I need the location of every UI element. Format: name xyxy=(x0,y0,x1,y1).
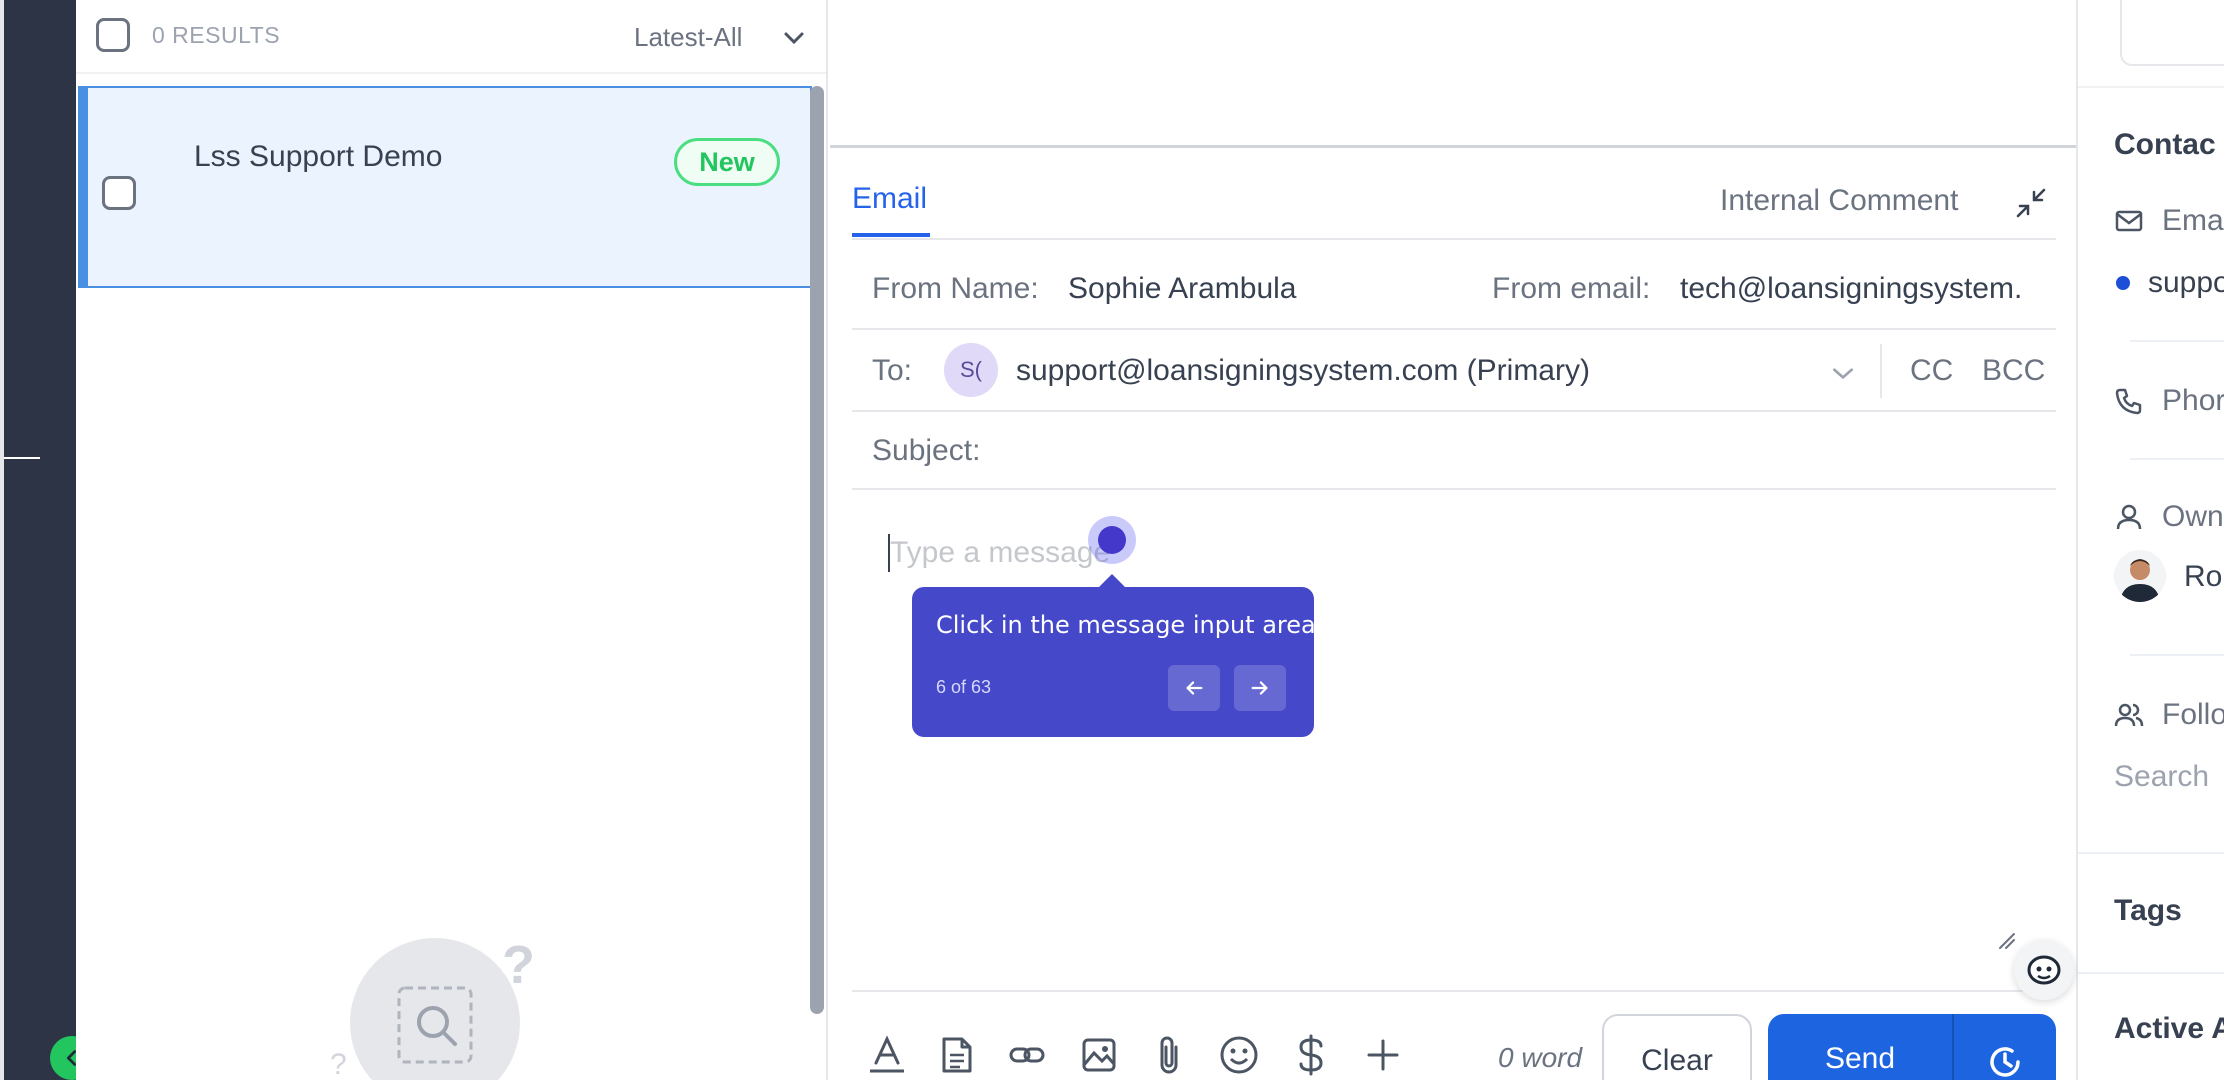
dollar-icon[interactable] xyxy=(1290,1034,1332,1076)
from-email-label: From email: xyxy=(1492,272,1651,305)
guide-hotspot[interactable] xyxy=(1088,516,1136,564)
word-count: 0 word xyxy=(1498,1042,1583,1073)
chat-bot-icon xyxy=(2027,955,2061,985)
user-icon xyxy=(2114,502,2144,537)
subject-label: Subject: xyxy=(872,434,981,467)
divider xyxy=(2130,340,2224,342)
list-divider xyxy=(76,72,826,74)
phone-label: Phor xyxy=(2162,384,2224,417)
attachment-icon[interactable] xyxy=(1148,1034,1190,1076)
bcc-button[interactable]: BCC xyxy=(1982,354,2045,388)
select-all-checkbox[interactable] xyxy=(96,18,130,52)
text-format-icon[interactable] xyxy=(866,1034,908,1076)
tab-internal-comment[interactable]: Internal Comment xyxy=(1720,184,1958,218)
list-item[interactable] xyxy=(78,86,812,288)
link-icon[interactable] xyxy=(1006,1034,1048,1076)
conversation-checkbox[interactable] xyxy=(102,176,136,210)
message-placeholder: Type a message xyxy=(890,536,1111,569)
image-icon[interactable] xyxy=(1078,1034,1120,1076)
avatar: S( xyxy=(944,343,998,397)
contact-section-title: Contac xyxy=(2114,128,2216,161)
mail-icon xyxy=(2114,206,2144,241)
email-label: Ema xyxy=(2162,204,2224,237)
from-email-value[interactable]: tech@loansigningsystem. xyxy=(1680,272,2056,306)
divider xyxy=(852,488,2056,490)
send-button[interactable]: Send xyxy=(1768,1014,1952,1080)
tooltip-arrow xyxy=(1098,574,1126,588)
divider xyxy=(2078,852,2224,854)
plus-icon[interactable] xyxy=(1362,1034,1404,1076)
minimize-icon[interactable] xyxy=(2014,186,2048,225)
followers-search-input[interactable]: Search xyxy=(2114,760,2209,794)
from-name-label: From Name: xyxy=(872,272,1039,305)
divider xyxy=(1880,344,1882,398)
list-scrollbar[interactable] xyxy=(810,86,824,1014)
divider xyxy=(852,238,2056,240)
followers-label: Follo xyxy=(2162,698,2224,731)
contact-email-value[interactable]: suppo xyxy=(2148,266,2224,300)
emoji-icon[interactable] xyxy=(1218,1034,1260,1076)
next-step-button[interactable] xyxy=(1234,665,1286,711)
previous-step-button[interactable] xyxy=(1168,665,1220,711)
active-tab-indicator xyxy=(852,233,930,237)
divider xyxy=(852,328,2056,330)
question-mark-icon: ? xyxy=(502,935,535,995)
rail-indicator xyxy=(4,457,40,459)
guide-tooltip: Click in the message input area. 6 of 63 xyxy=(912,587,1323,737)
status-badge: New xyxy=(674,138,780,186)
arrow-right-icon xyxy=(1251,681,1268,695)
phone-icon xyxy=(2114,386,2144,421)
users-icon xyxy=(2114,700,2144,735)
conversation-name: Lss Support Demo xyxy=(194,140,443,173)
schedule-send-button[interactable] xyxy=(1952,1014,2056,1080)
app-sidebar-rail xyxy=(0,0,76,1080)
arrow-left-icon xyxy=(1186,681,1203,695)
chevron-down-icon[interactable] xyxy=(1830,360,1856,391)
divider xyxy=(2078,86,2224,88)
search-document-icon xyxy=(397,986,473,1064)
hotspot-dot xyxy=(1098,526,1126,554)
template-icon[interactable] xyxy=(936,1034,978,1076)
divider xyxy=(2130,458,2224,460)
divider xyxy=(2078,972,2224,974)
details-header-box[interactable] xyxy=(2120,0,2224,66)
divider xyxy=(852,990,2056,992)
owner-label: Own xyxy=(2162,500,2224,533)
from-name-value[interactable]: Sophie Arambula xyxy=(1068,272,1297,306)
sort-filter-dropdown[interactable]: Latest-All xyxy=(634,22,742,53)
clear-button[interactable]: Clear xyxy=(1602,1014,1752,1080)
avatar xyxy=(2114,550,2166,602)
conversation-header xyxy=(830,0,2076,148)
chevron-down-icon[interactable] xyxy=(782,26,806,55)
primary-indicator xyxy=(2116,276,2130,290)
divider xyxy=(852,410,2056,412)
tags-section-title[interactable]: Tags xyxy=(2114,894,2182,928)
results-count: 0 RESULTS xyxy=(152,22,281,48)
tab-email[interactable]: Email xyxy=(852,182,927,216)
cc-button[interactable]: CC xyxy=(1910,354,1953,388)
subject-input[interactable] xyxy=(1006,420,2046,484)
tooltip-step-count: 6 of 63 xyxy=(936,677,992,697)
divider xyxy=(2130,654,2224,656)
to-label: To: xyxy=(872,354,913,387)
owner-name[interactable]: Ro xyxy=(2184,560,2222,594)
chat-widget-button[interactable] xyxy=(2014,940,2074,1000)
tooltip-text: Click in the message input area. xyxy=(936,611,1324,639)
question-mark-icon: ? xyxy=(330,1048,347,1080)
active-section-title[interactable]: Active A xyxy=(2114,1012,2224,1046)
to-recipient-select[interactable]: support@loansigningsystem.com (Primary) xyxy=(1016,354,1590,388)
resize-handle-icon[interactable] xyxy=(1996,930,2016,955)
clock-icon xyxy=(1990,1047,2020,1077)
